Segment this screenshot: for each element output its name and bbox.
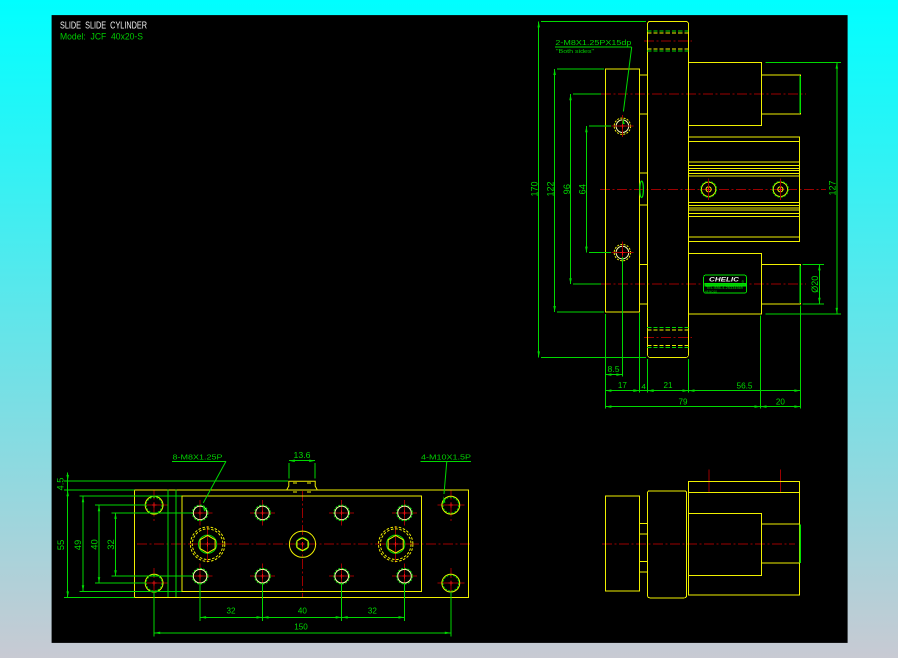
svg-text:32: 32 xyxy=(106,539,116,550)
svg-text:20: 20 xyxy=(776,397,786,406)
svg-text:2-M8X1.25PX15dp: 2-M8X1.25PX15dp xyxy=(555,40,631,47)
svg-text:8-M8X1.25P: 8-M8X1.25P xyxy=(173,455,223,462)
svg-text:127: 127 xyxy=(827,181,837,196)
svg-text:55: 55 xyxy=(56,540,66,551)
svg-text:96: 96 xyxy=(562,184,572,195)
svg-text:"Both sides": "Both sides" xyxy=(556,49,594,55)
svg-text:SLIDE SLIDE CYLINDER: SLIDE SLIDE CYLINDER xyxy=(60,20,147,31)
svg-text:Ø20: Ø20 xyxy=(810,276,820,293)
svg-text:17: 17 xyxy=(618,381,628,390)
svg-text:4.5: 4.5 xyxy=(56,478,66,491)
svg-text:122: 122 xyxy=(546,182,556,197)
svg-text:49: 49 xyxy=(73,540,83,551)
svg-text:CHELIC: CHELIC xyxy=(709,277,740,283)
svg-text:Model: JCF 40x20-S: Model: JCF 40x20-S xyxy=(60,31,143,42)
svg-text:4: 4 xyxy=(641,384,646,391)
svg-text:79: 79 xyxy=(679,397,689,406)
svg-text:40: 40 xyxy=(89,539,99,550)
svg-text:56.5: 56.5 xyxy=(737,382,754,391)
svg-text:4F.NO10: 4F.NO10 xyxy=(705,290,717,294)
svg-text:4-M10X1.5P: 4-M10X1.5P xyxy=(421,455,471,462)
svg-text:8.5: 8.5 xyxy=(608,365,621,374)
svg-text:150: 150 xyxy=(294,622,308,631)
svg-text:32: 32 xyxy=(368,607,378,616)
svg-text:21: 21 xyxy=(664,381,674,390)
svg-text:32: 32 xyxy=(227,607,237,616)
svg-text:170: 170 xyxy=(529,182,539,197)
svg-text:40: 40 xyxy=(298,607,308,616)
svg-text:13.6: 13.6 xyxy=(294,451,312,460)
svg-text:64: 64 xyxy=(578,184,588,195)
